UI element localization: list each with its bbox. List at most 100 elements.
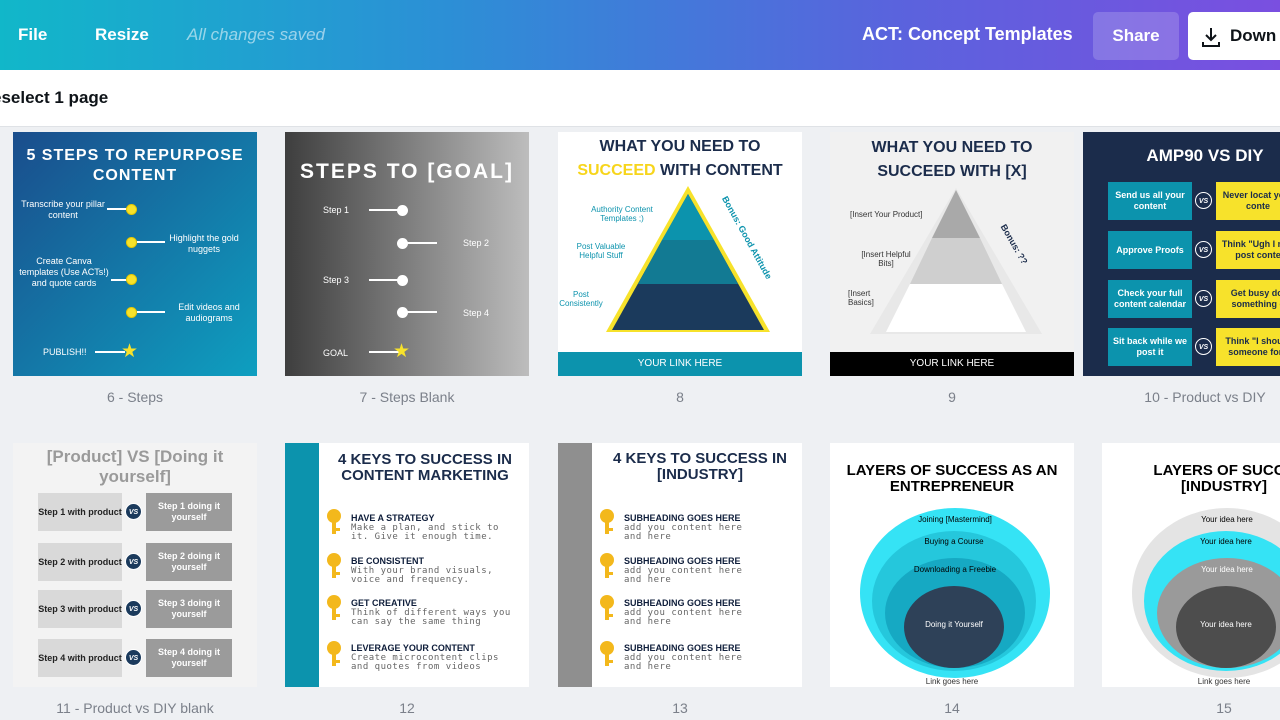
thumbnail-subtitle: SUCCEED WITH CONTENT xyxy=(558,162,802,180)
comparison-right: Step 3 doing it yourself xyxy=(146,590,232,628)
pyramid-label: Post Valuable Helpful Stuff xyxy=(576,242,626,260)
step-dot xyxy=(126,307,137,318)
page-thumbnail-9[interactable]: WHAT YOU NEED TO SUCCEED WITH [X] [Inser… xyxy=(830,132,1074,376)
step-label: Create Canva templates (Use ACTs!) and q… xyxy=(19,256,109,288)
pyramid-label: [Insert Helpful Bits] xyxy=(861,250,911,268)
key-heading: SUBHEADING GOES HERE xyxy=(624,556,741,566)
step-label: Step 4 xyxy=(463,308,490,318)
step-connector xyxy=(407,242,437,244)
thumbnail-title: [Product] VS [Doing it yourself] xyxy=(46,447,224,486)
key-text: add you content here and here xyxy=(624,608,743,627)
accent-stripe xyxy=(285,443,319,687)
layer-label: Buying a Course xyxy=(924,537,984,546)
comparison-row: Step 1 with product VS Step 1 doing it y… xyxy=(38,493,238,531)
page-thumbnail-10[interactable]: AMP90 VS DIY Send us all your content VS… xyxy=(1083,132,1280,376)
pyramid-label: Post Consistently xyxy=(559,290,603,308)
page-caption: 12 xyxy=(399,700,415,716)
file-menu-button[interactable]: File xyxy=(18,0,47,70)
selection-bar: eselect 1 page xyxy=(0,70,1280,127)
deselect-page-link[interactable]: eselect 1 page xyxy=(0,88,108,108)
key-text: Create microcontent clips and quotes fro… xyxy=(351,653,499,672)
comparison-row: Sit back while we post it VS Think "I sh… xyxy=(1108,328,1280,366)
page-caption: 8 xyxy=(676,389,684,405)
layer-ring: Your idea here xyxy=(1176,586,1276,668)
link-bar: YOUR LINK HERE xyxy=(830,352,1074,376)
page-caption: 15 xyxy=(1216,700,1232,716)
key-icon xyxy=(596,509,618,534)
key-text: add you content here and here xyxy=(624,653,743,672)
page-thumbnail-12[interactable]: 4 KEYS TO SUCCESS IN CONTENT MARKETING H… xyxy=(285,443,529,687)
step-connector xyxy=(369,209,399,211)
page-thumbnail-11[interactable]: [Product] VS [Doing it yourself] Step 1 … xyxy=(13,443,257,687)
comparison-left: Check your full content calendar xyxy=(1108,280,1192,318)
comparison-left: Send us all your content xyxy=(1108,182,1192,220)
step-label: GOAL xyxy=(323,348,349,358)
page-thumbnail-14[interactable]: LAYERS OF SUCCESS AS AN ENTREPRENEUR Joi… xyxy=(830,443,1074,687)
comparison-row: Approve Proofs VS Think "Ugh I n to post… xyxy=(1108,231,1280,269)
key-text: Make a plan, and stick to it. Give it en… xyxy=(351,523,499,542)
key-icon xyxy=(596,553,618,578)
page-caption: 13 xyxy=(672,700,688,716)
vs-badge: VS xyxy=(1195,241,1212,258)
comparison-right: Never locat your conte xyxy=(1216,182,1280,220)
step-dot xyxy=(126,274,137,285)
pyramid-label: Authority Content Templates ;) xyxy=(591,205,653,223)
comparison-right: Think "Ugh I n to post conte xyxy=(1216,231,1280,269)
comparison-left: Step 1 with product xyxy=(38,493,122,531)
layer-label: Joining [Mastermind] xyxy=(918,515,992,524)
step-dot xyxy=(126,204,137,215)
thumbnail-title: LAYERS OF SUCCE [INDUSTRY] xyxy=(1153,462,1280,495)
layer-label: Your idea here xyxy=(1201,515,1253,524)
link-text: Link goes here xyxy=(1197,677,1251,686)
thumbnail-title: STEPS TO [GOAL] xyxy=(300,160,514,183)
vs-badge: VS xyxy=(125,600,142,617)
key-icon xyxy=(323,595,345,620)
step-connector xyxy=(407,311,437,313)
key-icon xyxy=(323,509,345,534)
page-thumbnail-15[interactable]: LAYERS OF SUCCE [INDUSTRY] Your idea her… xyxy=(1102,443,1280,687)
download-button[interactable]: Down xyxy=(1188,12,1280,60)
download-label: Down xyxy=(1230,26,1277,45)
vs-badge: VS xyxy=(125,553,142,570)
thumbnail-subtitle: SUCCEED WITH [X] xyxy=(877,163,1027,180)
comparison-right: Think "I should someone for t xyxy=(1216,328,1280,366)
page-caption: 10 - Product vs DIY xyxy=(1144,389,1266,405)
share-button[interactable]: Share xyxy=(1093,12,1179,60)
highlight-word: SUCCEED xyxy=(577,162,656,179)
top-toolbar: File Resize All changes saved ACT: Conce… xyxy=(0,0,1280,70)
layer-label: Doing it Yourself xyxy=(925,620,983,629)
thumbnail-title: WHAT YOU NEED TO xyxy=(871,139,1033,156)
layer-label: Your idea here xyxy=(1201,565,1253,574)
page-thumbnail-13[interactable]: 4 KEYS TO SUCCESS IN [INDUSTRY] SUBHEADI… xyxy=(558,443,802,687)
step-label: Step 2 xyxy=(463,238,490,248)
page-thumbnail-7[interactable]: STEPS TO [GOAL] Step 1 Step 2 Step 3 Ste… xyxy=(285,132,529,376)
step-connector xyxy=(137,311,165,313)
vs-badge: VS xyxy=(1195,338,1212,355)
key-heading: GET CREATIVE xyxy=(351,598,417,608)
comparison-row: Step 4 with product VS Step 4 doing it y… xyxy=(38,639,238,677)
step-connector xyxy=(137,241,165,243)
page-thumbnail-6[interactable]: 5 STEPS TO REPURPOSE CONTENT Transcribe … xyxy=(13,132,257,376)
thumbnail-title: 4 KEYS TO SUCCESS IN [INDUSTRY] xyxy=(613,450,787,483)
link-text: Link goes here xyxy=(925,677,979,686)
comparison-left: Approve Proofs xyxy=(1108,231,1192,269)
document-title[interactable]: ACT: Concept Templates xyxy=(862,24,1073,45)
page-thumbnail-8[interactable]: WHAT YOU NEED TO SUCCEED WITH CONTENT Au… xyxy=(558,132,802,376)
thumbnail-title: WHAT YOU NEED TO xyxy=(599,138,761,155)
step-dot xyxy=(126,237,137,248)
step-connector xyxy=(369,279,399,281)
page-caption: 7 - Steps Blank xyxy=(359,389,455,405)
resize-button[interactable]: Resize xyxy=(95,0,149,70)
key-icon xyxy=(323,641,345,666)
page-caption: 14 xyxy=(944,700,960,716)
comparison-right: Step 1 doing it yourself xyxy=(146,493,232,531)
layer-label: Your idea here xyxy=(1200,537,1252,546)
step-label: Step 3 xyxy=(323,275,350,285)
key-icon xyxy=(596,595,618,620)
key-text: add you content here and here xyxy=(624,566,743,585)
accent-stripe xyxy=(558,443,592,687)
key-heading: LEVERAGE YOUR CONTENT xyxy=(351,643,475,653)
vs-badge: VS xyxy=(1195,192,1212,209)
key-heading: SUBHEADING GOES HERE xyxy=(624,643,741,653)
key-heading: HAVE A STRATEGY xyxy=(351,513,435,523)
